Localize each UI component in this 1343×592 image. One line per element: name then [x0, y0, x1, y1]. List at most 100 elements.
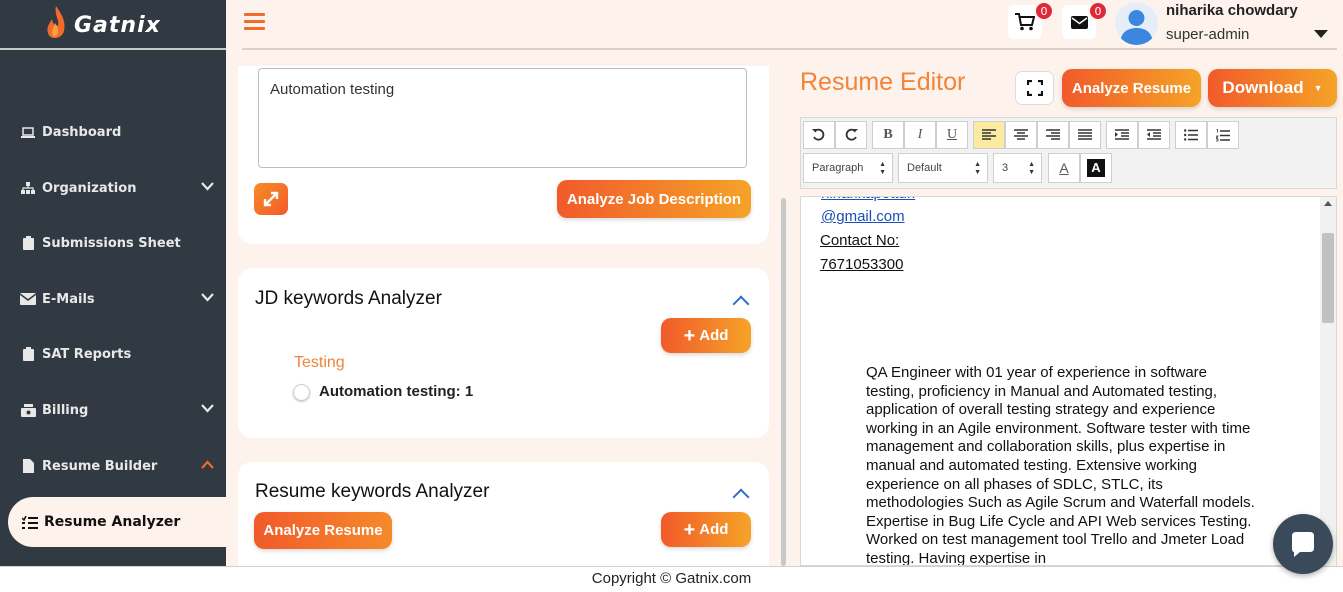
plus-icon: + — [683, 518, 696, 541]
select-arrows-icon: ▲ ▼ — [1028, 161, 1035, 176]
sidebar-item-label: Billing — [42, 402, 89, 418]
doc-partial-link[interactable]: niharikapotturi — [821, 197, 915, 202]
justify-icon — [1078, 129, 1092, 140]
indent-icon — [1115, 129, 1129, 140]
font-value: Default — [907, 162, 942, 174]
mail-count-badge: 0 — [1088, 1, 1108, 21]
caret-down-icon: ▼ — [1313, 83, 1323, 93]
select-arrows-icon: ▲ ▼ — [974, 161, 981, 176]
header-divider — [242, 48, 1337, 50]
keyword-radio[interactable] — [293, 384, 310, 401]
align-right-icon — [1046, 129, 1060, 140]
justify-button[interactable] — [1069, 121, 1101, 149]
sidebar-item-dashboard[interactable]: Dashboard — [0, 110, 226, 154]
chevron-down-icon — [201, 293, 214, 302]
font-color-button[interactable]: A — [1048, 153, 1080, 183]
sidebar-item-label: E-Mails — [42, 291, 95, 307]
sidebar-item-emails[interactable]: E-Mails — [0, 277, 226, 321]
doc-contact-label: Contact No: — [820, 232, 900, 249]
undo-icon — [812, 128, 825, 141]
add-label: Add — [699, 327, 729, 344]
avatar[interactable] — [1115, 2, 1158, 45]
undo-button[interactable] — [803, 121, 835, 149]
list-icon — [22, 515, 38, 529]
indent-button[interactable] — [1106, 121, 1138, 149]
redo-button[interactable] — [835, 121, 867, 149]
italic-button[interactable]: I — [904, 121, 936, 149]
outdent-icon — [1147, 129, 1161, 140]
sidebar-item-resume-analyzer[interactable]: Resume Analyzer — [8, 497, 248, 547]
doc-summary: QA Engineer with 01 year of experience i… — [866, 364, 1255, 566]
add-label: Add — [699, 521, 729, 538]
cart-count-badge: 0 — [1034, 1, 1054, 21]
download-button[interactable]: Download ▼ — [1208, 69, 1337, 107]
chevron-down-icon — [201, 404, 214, 413]
jd-keywords-title: JD keywords Analyzer — [255, 288, 442, 309]
jd-add-keyword-button[interactable]: + Add — [661, 318, 751, 353]
download-label: Download — [1222, 78, 1304, 97]
sidebar-item-sat-reports[interactable]: SAT Reports — [0, 332, 226, 376]
resume-add-keyword-button[interactable]: + Add — [661, 512, 751, 547]
font-select[interactable]: Default ▲ ▼ — [898, 153, 988, 183]
chevron-down-icon — [201, 182, 214, 191]
laptop-icon — [20, 126, 36, 138]
user-role: super-admin — [1166, 26, 1250, 43]
cart-icon — [1015, 13, 1035, 31]
editor-scrollbar[interactable] — [1320, 197, 1336, 566]
copyright-text: Copyright © Gatnix.com — [591, 570, 752, 587]
user-name[interactable]: niharika chowdary — [1166, 2, 1298, 19]
keyword-category: Testing — [294, 354, 345, 371]
align-left-button[interactable] — [973, 121, 1005, 149]
sidebar-item-resume-builder[interactable]: Resume Builder — [0, 444, 226, 488]
block-format-value: Paragraph — [812, 162, 864, 174]
left-scrollbar[interactable] — [781, 198, 786, 566]
align-right-button[interactable] — [1037, 121, 1069, 149]
editor-analyze-resume-button[interactable]: Analyze Resume — [1062, 69, 1201, 107]
font-size-value: 3 — [1002, 162, 1009, 174]
background-color-button[interactable]: A — [1080, 153, 1112, 183]
sidebar-item-billing[interactable]: Billing — [0, 388, 226, 432]
clipboard-icon — [20, 347, 36, 361]
outdent-button[interactable] — [1138, 121, 1170, 149]
expand-arrows-icon — [263, 191, 279, 207]
scroll-up-icon — [1324, 201, 1332, 206]
chat-button[interactable] — [1273, 514, 1333, 574]
redo-icon — [845, 128, 858, 141]
resume-keywords-title: Resume keywords Analyzer — [255, 481, 490, 502]
scrollbar-thumb[interactable] — [1322, 233, 1334, 323]
numbered-list-button[interactable] — [1207, 121, 1239, 149]
footer: Copyright © Gatnix.com — [0, 566, 1343, 592]
resume-analyze-button[interactable]: Analyze Resume — [254, 512, 392, 549]
brand-logo[interactable]: Gatnix — [0, 0, 226, 50]
menu-toggle-button[interactable] — [244, 13, 265, 31]
money-icon — [20, 403, 36, 417]
bullet-list-icon — [1184, 129, 1198, 141]
expand-button[interactable] — [254, 183, 288, 215]
job-description-textarea[interactable]: Automation testing — [258, 68, 747, 168]
bullet-list-button[interactable] — [1175, 121, 1207, 149]
underline-button[interactable]: U — [936, 121, 968, 149]
user-menu-caret-icon[interactable] — [1314, 30, 1328, 38]
cart-button[interactable]: 0 — [1008, 1, 1054, 39]
analyze-job-description-button[interactable]: Analyze Job Description — [557, 180, 751, 218]
align-center-button[interactable] — [1005, 121, 1037, 149]
resume-document[interactable]: niharikapotturi @gmail.com Contact No: 7… — [800, 196, 1337, 566]
select-arrows-icon: ▲ ▼ — [879, 161, 886, 176]
doc-email-link[interactable]: @gmail.com — [821, 208, 905, 225]
chat-icon — [1292, 532, 1314, 557]
font-size-select[interactable]: 3 ▲ ▼ — [993, 153, 1042, 183]
align-left-icon — [982, 129, 996, 140]
background-color-icon: A — [1087, 159, 1105, 177]
mail-button[interactable]: 0 — [1062, 1, 1108, 39]
bold-button[interactable]: B — [872, 121, 904, 149]
plus-icon: + — [683, 324, 696, 347]
user-avatar-icon — [1120, 10, 1153, 45]
file-icon — [20, 459, 36, 473]
block-format-select[interactable]: Paragraph ▲ ▼ — [803, 153, 893, 183]
brand-name: Gatnix — [74, 13, 161, 38]
sidebar-item-organization[interactable]: Organization — [0, 166, 226, 210]
envelope-icon — [1070, 15, 1088, 29]
sidebar-item-submissions[interactable]: Submissions Sheet — [0, 221, 226, 265]
sidebar-item-label: Organization — [42, 180, 137, 196]
fullscreen-button[interactable] — [1015, 71, 1054, 105]
